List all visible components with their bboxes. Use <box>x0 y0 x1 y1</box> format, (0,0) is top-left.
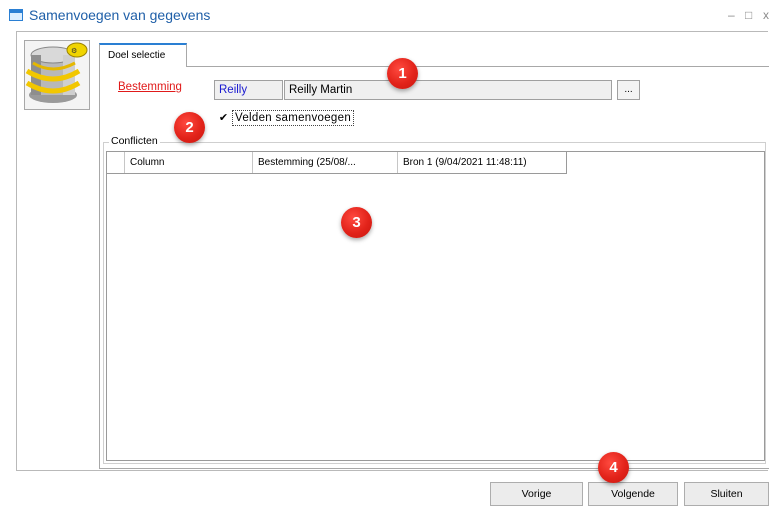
destination-code-field[interactable]: Reilly <box>214 80 283 100</box>
column-header-column[interactable]: Column <box>125 152 253 173</box>
browse-button[interactable]: ... <box>617 80 640 100</box>
row-indicator-header <box>107 152 125 173</box>
tab-doel-selectie[interactable]: Doel selectie <box>99 43 187 67</box>
column-header-bestemming[interactable]: Bestemming (25/08/... <box>253 152 398 173</box>
conflicts-grid-header: Column Bestemming (25/08/... Bron 1 (9/0… <box>107 152 567 174</box>
callout-2: 2 <box>174 112 205 143</box>
merge-fields-label[interactable]: Velden samenvoegen <box>232 110 355 126</box>
callout-1: 1 <box>387 58 418 89</box>
svg-text:⚙: ⚙ <box>71 47 77 55</box>
next-button[interactable]: Volgende <box>588 482 678 506</box>
close-icon[interactable]: x <box>763 8 769 22</box>
previous-button[interactable]: Vorige <box>490 482 583 506</box>
window-title: Samenvoegen van gegevens <box>29 7 211 23</box>
destination-label[interactable]: Bestemming <box>118 81 182 93</box>
minimize-icon[interactable]: – <box>728 8 735 22</box>
callout-4: 4 <box>598 452 629 483</box>
conflicts-grid[interactable] <box>106 151 765 461</box>
destination-name-field[interactable]: Reilly Martin <box>284 80 612 100</box>
maximize-icon[interactable]: □ <box>745 8 752 22</box>
close-button[interactable]: Sluiten <box>684 482 769 506</box>
callout-3: 3 <box>341 207 372 238</box>
window-icon <box>9 9 23 21</box>
column-header-bron-1[interactable]: Bron 1 (9/04/2021 11:48:11) <box>398 152 566 173</box>
merge-fields-checkbox[interactable]: ✔ <box>218 113 229 124</box>
database-merge-icon: ⚙ <box>24 40 90 110</box>
conflicts-label: Conflicten <box>109 135 160 147</box>
